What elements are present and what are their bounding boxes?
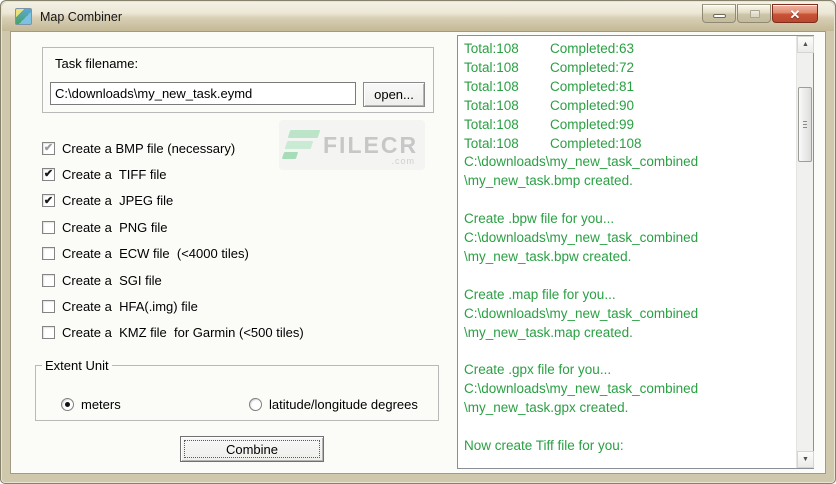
radio-option[interactable]: meters xyxy=(61,397,121,412)
checkbox-row[interactable]: ✔ Create a JPEG file xyxy=(42,193,173,209)
log-line: Create .map file for you... xyxy=(464,286,616,302)
log-line: Total:108 Completed:72 xyxy=(464,59,635,75)
checkbox[interactable] xyxy=(42,220,55,234)
checkbox-label: Create a BMP file (necessary) xyxy=(62,140,236,156)
checkbox-label: Create a ECW file (<4000 tiles) xyxy=(62,246,249,262)
dialog-client-area: Task filename: open... ✔ Create a BMP fil… xyxy=(10,31,826,474)
checkbox[interactable]: ✔ xyxy=(42,167,55,181)
check-icon: ✔ xyxy=(43,142,54,154)
scrollbar-grip-icon xyxy=(803,120,807,129)
minimize-icon xyxy=(713,14,726,18)
log-line: \my_new_task.map created. xyxy=(464,324,633,340)
log-line: Total:108 Completed:81 xyxy=(464,78,635,94)
scroll-up-icon[interactable]: ▲ xyxy=(797,36,814,53)
log-line: \my_new_task.bmp created. xyxy=(464,173,633,189)
checkbox-label: Create a SGI file xyxy=(62,272,162,288)
app-icon xyxy=(15,8,32,25)
minimize-button[interactable] xyxy=(702,4,736,23)
combine-button[interactable]: Combine xyxy=(180,436,324,462)
log-line: Now create Tiff file for you: xyxy=(464,438,624,454)
checkbox-row[interactable]: Create a SGI file xyxy=(42,272,162,288)
window-title: Map Combiner xyxy=(40,10,122,24)
log-line: C:\downloads\my_new_task_combined xyxy=(464,230,699,246)
checkbox-label: Create a JPEG file xyxy=(62,193,174,209)
check-icon: ✔ xyxy=(43,168,54,181)
log-line: Total:108 Completed:108 xyxy=(464,135,642,151)
close-icon: ✕ xyxy=(789,7,801,22)
app-window: Map Combiner ✕ Task filename: open... ✔ C… xyxy=(0,0,836,484)
task-filename-label: Task filename: xyxy=(55,56,139,71)
checkbox-row[interactable]: ✔ Create a TIFF file xyxy=(42,166,167,182)
log-line: \my_new_task.bpw created. xyxy=(464,248,632,264)
log-line: C:\downloads\my_new_task_combined xyxy=(464,305,699,321)
checkbox[interactable] xyxy=(42,273,55,287)
watermark-logo-icon xyxy=(281,128,321,162)
scrollbar-thumb[interactable] xyxy=(798,87,812,162)
window-controls: ✕ xyxy=(701,4,818,23)
checkbox-row[interactable]: Create a KMZ file for Garmin (<500 tiles… xyxy=(42,325,304,341)
radio-selected-dot xyxy=(65,402,70,407)
watermark-suffix: .com xyxy=(391,156,415,166)
checkbox-label: Create a KMZ file for Garmin (<500 tiles… xyxy=(62,325,304,341)
radio-label: meters xyxy=(81,397,121,412)
checkbox-row[interactable]: Create a HFA(.img) file xyxy=(42,298,198,314)
checkbox[interactable] xyxy=(42,326,55,340)
progress-log-text: Total:108 Completed:63 Total:108 Completed:… xyxy=(464,40,793,466)
task-filename-input[interactable] xyxy=(50,82,356,105)
radio-button[interactable] xyxy=(61,398,74,411)
log-line: Total:108 Completed:99 xyxy=(464,116,635,132)
log-line: C:\downloads\my_new_task_combined xyxy=(464,381,699,397)
checkbox-label: Create a TIFF file xyxy=(62,166,167,182)
close-button[interactable]: ✕ xyxy=(772,4,818,23)
checkbox[interactable] xyxy=(42,299,55,313)
log-line: C:\downloads\my_new_task_combined xyxy=(464,154,699,170)
log-line: Total:108 Completed:90 xyxy=(464,97,635,113)
log-line: Create .bpw file for you... xyxy=(464,211,615,227)
checkbox-label: Create a HFA(.img) file xyxy=(62,298,198,314)
log-scrollbar[interactable]: ▲ ▼ xyxy=(796,36,814,468)
log-line: Create .gpx file for you... xyxy=(464,362,612,378)
checkbox[interactable] xyxy=(42,247,55,261)
watermark-text: FILECR xyxy=(323,131,419,158)
checkbox[interactable]: ✔ xyxy=(42,194,55,208)
maximize-icon xyxy=(750,10,760,18)
maximize-button xyxy=(737,4,771,23)
log-line: \my_new_task.gpx created. xyxy=(464,400,629,416)
checkbox-label: Create a PNG file xyxy=(62,219,168,235)
extent-unit-group: Extent Unit meters latitude/longitude deg… xyxy=(35,358,439,421)
radio-option[interactable]: latitude/longitude degrees xyxy=(249,397,418,412)
log-line: Total:108 Completed:63 xyxy=(464,41,635,56)
radio-label: latitude/longitude degrees xyxy=(269,397,418,412)
radio-button[interactable] xyxy=(249,398,262,411)
open-button[interactable]: open... xyxy=(363,82,425,107)
progress-log: Total:108 Completed:63 Total:108 Completed:… xyxy=(457,35,814,469)
checkbox-row[interactable]: Create a PNG file xyxy=(42,219,168,235)
checkbox-row: ✔ Create a BMP file (necessary) xyxy=(42,140,235,156)
title-bar[interactable]: Map Combiner ✕ xyxy=(2,2,834,31)
scroll-down-icon[interactable]: ▼ xyxy=(797,451,814,468)
checkbox-row[interactable]: Create a ECW file (<4000 tiles) xyxy=(42,246,249,262)
checkbox: ✔ xyxy=(42,141,55,155)
extent-unit-label: Extent Unit xyxy=(45,358,109,373)
watermark: FILECR .com xyxy=(279,120,425,170)
check-icon: ✔ xyxy=(43,194,54,207)
